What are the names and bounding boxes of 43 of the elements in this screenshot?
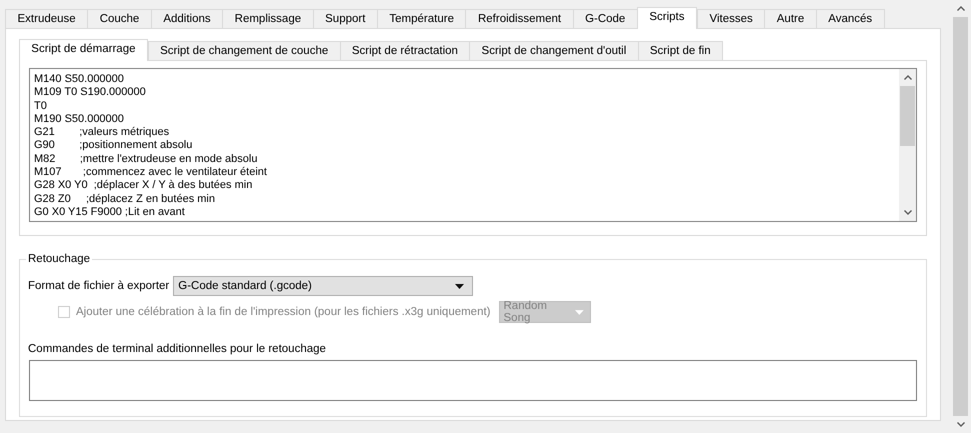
settings-tab[interactable]: Remplissage — [222, 9, 313, 28]
scroll-up-icon[interactable] — [956, 6, 964, 11]
scrollbar-thumb[interactable] — [953, 17, 968, 416]
settings-tab[interactable]: Avancés — [816, 9, 885, 28]
settings-tab[interactable]: Extrudeuse — [5, 9, 88, 28]
settings-tab[interactable]: Vitesses — [697, 9, 764, 28]
settings-tab[interactable]: G-Code — [572, 9, 637, 28]
commands-field[interactable] — [29, 360, 917, 401]
script-tab[interactable]: Script de fin — [638, 41, 723, 60]
script-tab[interactable]: Script de démarrage — [19, 39, 148, 61]
code-line: G90 ;positionnement absolu — [34, 139, 194, 153]
code-line: G28 X0 Y0 ;déplacer X / Y à des butées min — [34, 179, 254, 193]
code-line: M190 S50.000000 — [34, 112, 125, 126]
field-label: Commandes de terminal additionnelles pour le retouchage — [28, 343, 326, 355]
scroll-up-icon[interactable] — [904, 75, 912, 80]
code-line: M109 T0 S190.000000 — [34, 86, 147, 100]
scroll-down-icon[interactable] — [904, 210, 912, 215]
group-title: Retouchage — [26, 252, 92, 266]
code-line: G21 ;valeurs métriques — [34, 126, 170, 140]
dropdown-arrow-icon — [574, 310, 584, 314]
format-dropdown[interactable]: G-Code standard (.gcode) — [173, 276, 474, 296]
script-tab[interactable]: Script de rétractation — [340, 41, 470, 60]
settings-tab[interactable]: Additions — [150, 9, 222, 28]
script-tab[interactable]: Script de changement d'outil — [469, 41, 638, 60]
code-line: M140 S50.000000 — [34, 73, 125, 86]
checkbox-label: Ajouter une célébration à la fin de l'impression (pour les fichiers .x3g uniquement) — [76, 306, 490, 318]
code-line: T0 — [34, 100, 48, 113]
scrollbar-thumb[interactable] — [900, 86, 915, 146]
script-tab[interactable]: Script de changement de couche — [148, 41, 340, 60]
field-label: Format de fichier à exporter — [28, 280, 170, 292]
settings-tab[interactable]: Température — [376, 9, 466, 28]
settings-tab[interactable]: Couche — [87, 9, 151, 28]
code-line: M82 ;mettre l'extrudeuse en mode absolu — [34, 152, 258, 166]
dropdown-arrow-icon — [455, 284, 464, 288]
scroll-down-icon[interactable] — [956, 422, 964, 427]
settings-tab[interactable]: Support — [312, 9, 377, 28]
code-line: G28 Z0 ;déplacez Z en butées min — [34, 192, 216, 206]
code-line: M107 ;commencez avec le ventilateur éteint — [34, 166, 268, 180]
code-line: G0 X0 Y15 F9000 ;Lit en avant — [34, 206, 186, 220]
editor-scrollbar[interactable] — [899, 69, 916, 221]
settings-tab[interactable]: Autre — [764, 9, 816, 28]
settings-tab[interactable]: Scripts — [636, 7, 697, 29]
settings-tab[interactable]: Refroidissement — [465, 9, 573, 28]
